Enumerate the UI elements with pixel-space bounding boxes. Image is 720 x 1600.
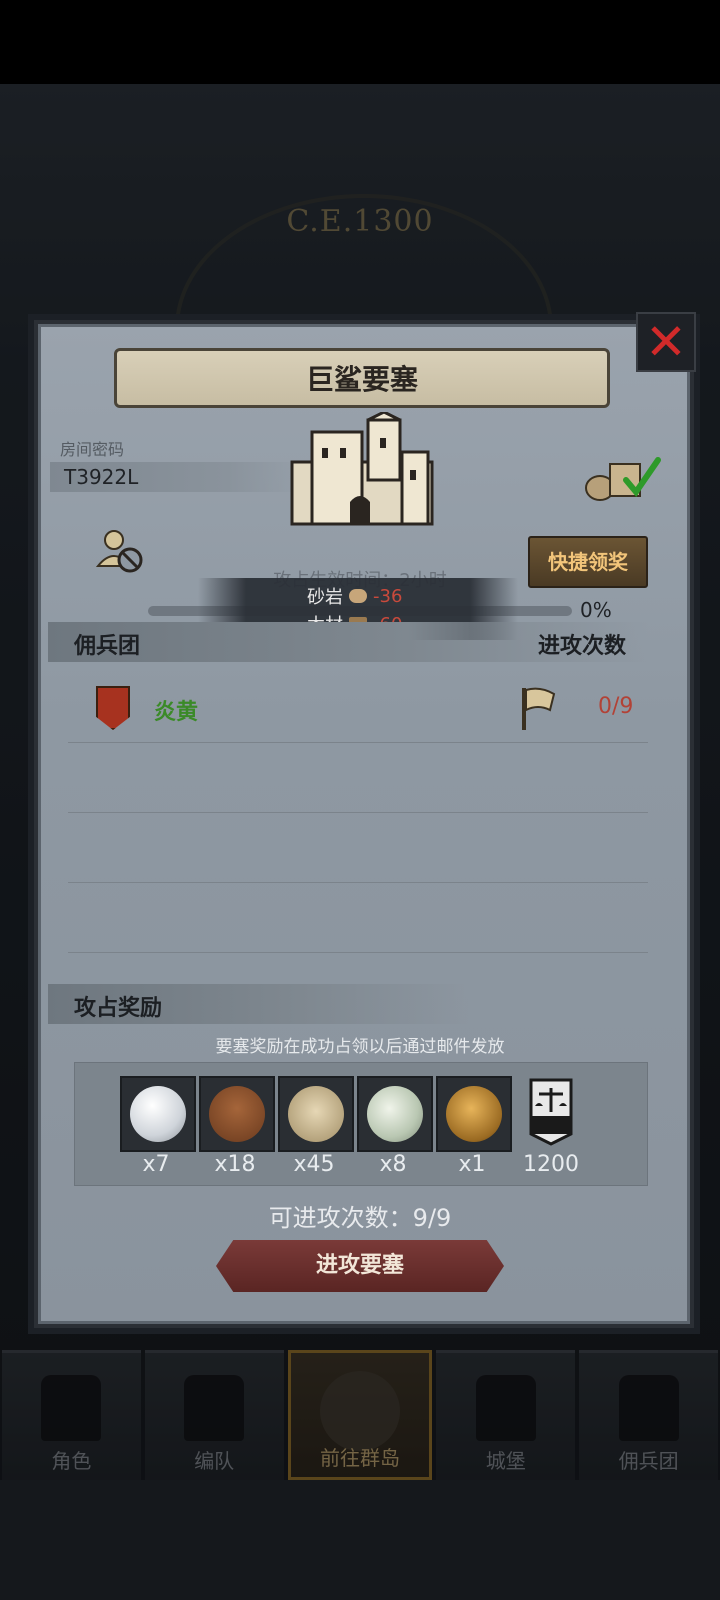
reward-qty: x8 [379, 1152, 407, 1177]
reward-item-grain[interactable] [278, 1076, 354, 1152]
rewards-claimed-icon[interactable] [582, 454, 662, 504]
reward-qty: 1200 [523, 1152, 579, 1177]
pearl-icon [130, 1086, 186, 1142]
reward-header: 攻占奖励 [74, 996, 163, 1021]
room-code-value: T3922L [50, 462, 304, 492]
cost-row-stone: 砂岩 -36 [198, 582, 518, 610]
row-divider [68, 952, 648, 953]
cost-name: 砂岩 [307, 587, 343, 608]
row-divider [68, 812, 648, 813]
reward-item-justice[interactable] [515, 1076, 587, 1148]
close-button[interactable]: ✕ [636, 312, 696, 372]
row-divider [68, 882, 648, 883]
title-banner: 巨鲨要塞 [114, 348, 610, 408]
reward-item-medal[interactable] [436, 1076, 512, 1152]
fortress-castle-icon [290, 412, 434, 526]
legion-attack-count: 0/9 [598, 694, 634, 719]
close-icon: ✕ [645, 313, 687, 371]
reward-qty: x7 [142, 1152, 170, 1177]
reward-qty: x18 [214, 1152, 256, 1177]
grain-sack-icon [288, 1086, 344, 1142]
status-bar [0, 0, 720, 84]
reward-qty: x1 [458, 1152, 486, 1177]
reward-qty: x45 [293, 1152, 335, 1177]
reward-item-ox[interactable] [199, 1076, 275, 1152]
legion-name[interactable]: 炎黄 [154, 694, 198, 726]
attack-count-header: 进攻次数 [538, 634, 627, 659]
ox-icon [209, 1086, 265, 1142]
knight-helmet-medal-icon [446, 1086, 502, 1142]
stone-icon [349, 589, 367, 603]
attack-fortress-button[interactable]: 进攻要塞 [216, 1240, 504, 1292]
modal-title: 巨鲨要塞 [305, 363, 418, 396]
quick-claim-button[interactable]: 快捷领奖 [528, 536, 648, 588]
reward-note: 要塞奖励在成功占领以后通过邮件发放 [215, 1037, 505, 1057]
room-code-label: 房间密码 [60, 440, 125, 459]
mercenary-header: 佣兵团 [74, 634, 141, 659]
occupy-progress-label: 0% [580, 598, 612, 622]
row-divider [68, 742, 648, 743]
jade-stone-icon [367, 1086, 423, 1142]
bottom-spacer [0, 1480, 720, 1600]
cost-value: -36 [373, 585, 403, 607]
reward-item-jade[interactable] [357, 1076, 433, 1152]
justice-banner-icon [529, 1078, 573, 1146]
reward-item-pearl[interactable] [120, 1076, 196, 1152]
attempts-remaining: 可进攻次数：9/9 [268, 1204, 452, 1232]
flag-icon [522, 687, 556, 730]
no-player-icon [96, 530, 143, 573]
